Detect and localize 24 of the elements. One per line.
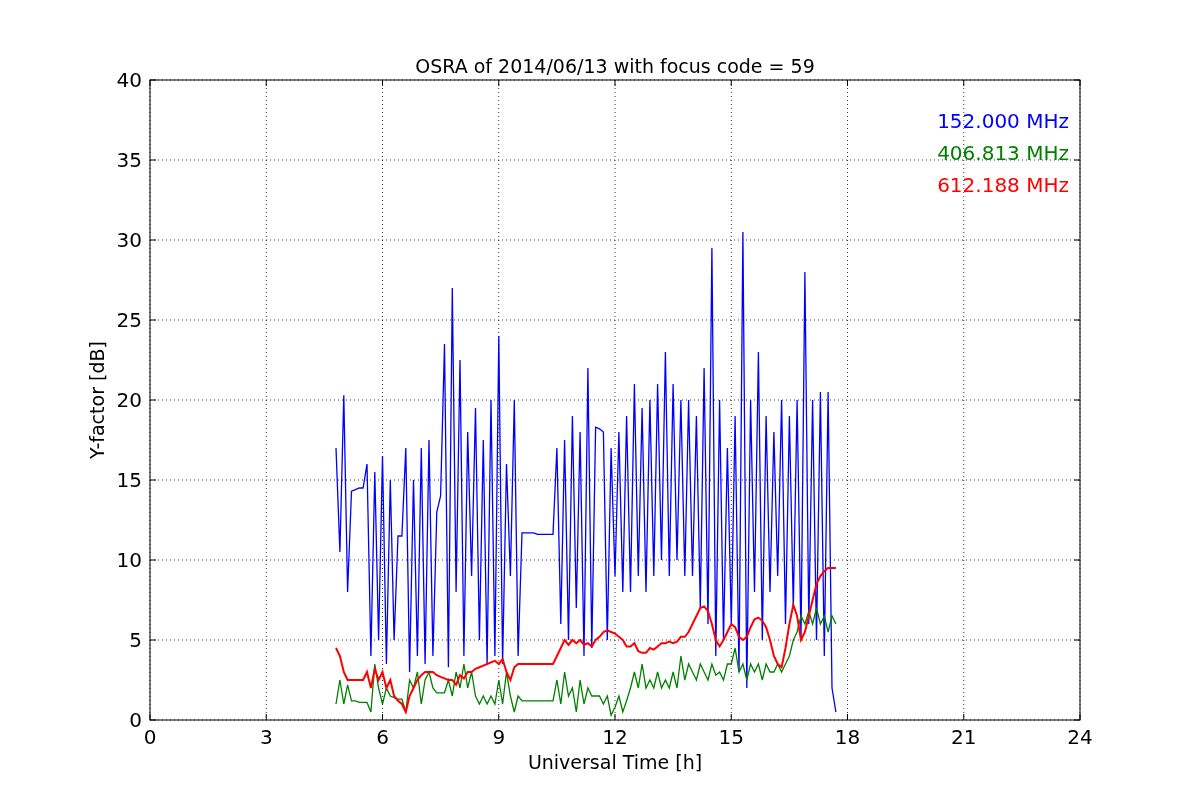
legend-label: 612.188 MHz xyxy=(937,173,1069,197)
y-tick-label: 10 xyxy=(116,548,142,572)
x-tick-label: 15 xyxy=(718,725,744,749)
y-tick-label: 15 xyxy=(116,468,142,492)
y-tick-label: 0 xyxy=(129,708,142,732)
chart-title: OSRA of 2014/06/13 with focus code = 59 xyxy=(415,55,815,77)
x-tick-label: 24 xyxy=(1067,725,1093,749)
x-tick-label: 12 xyxy=(602,725,628,749)
legend-label: 152.000 MHz xyxy=(937,109,1069,133)
y-tick-label: 5 xyxy=(129,628,142,652)
x-tick-label: 21 xyxy=(951,725,977,749)
x-tick-label: 18 xyxy=(834,725,861,749)
y-tick-label: 25 xyxy=(116,308,142,332)
y-tick-label: 20 xyxy=(116,388,142,412)
y-tick-label: 30 xyxy=(116,228,142,252)
y-tick-label: 35 xyxy=(116,148,142,172)
x-tick-label: 9 xyxy=(492,725,506,749)
x-tick-label: 3 xyxy=(259,725,273,749)
y-tick-label: 40 xyxy=(116,68,142,92)
x-tick-label: 0 xyxy=(143,725,157,749)
legend-label: 406.813 MHz xyxy=(937,141,1069,165)
y-axis-label: Y-factor [dB] xyxy=(86,341,108,459)
x-axis-label: Universal Time [h] xyxy=(527,751,703,773)
x-tick-label: 6 xyxy=(376,725,389,749)
